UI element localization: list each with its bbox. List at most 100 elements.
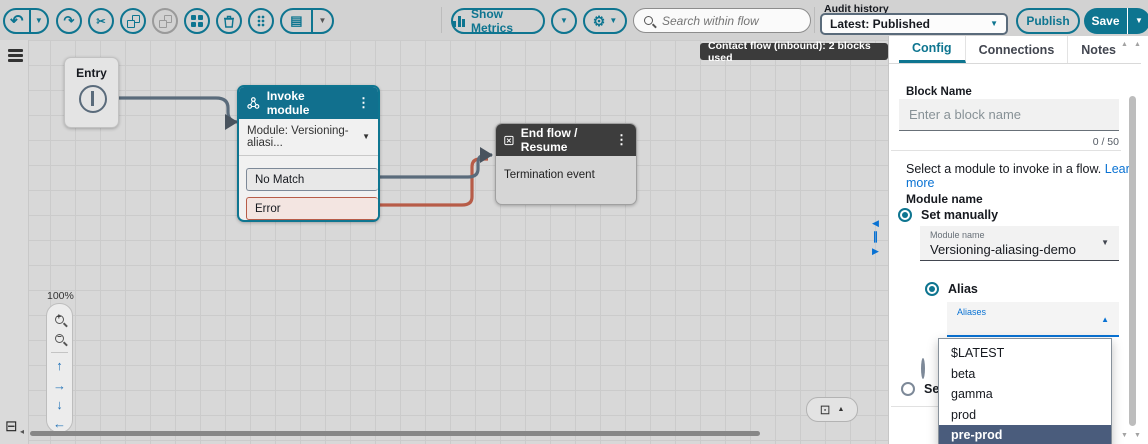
copy-button[interactable] xyxy=(120,8,146,34)
block-name-input[interactable] xyxy=(899,99,1119,131)
panel-scroll-up-icon[interactable]: ▲ xyxy=(1134,41,1141,48)
block-menu-icon[interactable]: ⋮ xyxy=(357,95,370,111)
end-flow-title: End flow / Resume xyxy=(521,126,601,154)
undo-split-button[interactable]: ↶ ▼ xyxy=(3,8,49,34)
flow-connectors xyxy=(0,40,888,444)
end-flow-block[interactable]: End flow / Resume ⋮ Termination event xyxy=(495,123,637,205)
delete-button[interactable] xyxy=(216,8,242,34)
aliases-label: Aliases xyxy=(957,307,1109,317)
search-icon xyxy=(644,16,653,25)
module-name-heading: Module name xyxy=(906,192,983,206)
radio-selected-icon[interactable] xyxy=(898,208,912,222)
output-error[interactable]: Error xyxy=(246,197,378,220)
output-no-match[interactable]: No Match xyxy=(246,168,378,191)
pan-left-button[interactable]: ← xyxy=(51,416,69,432)
module-description: Select a module to invoke in a flow. Lea… xyxy=(906,162,1148,190)
collapse-panel-icon[interactable]: ◀ xyxy=(872,218,879,229)
trash-icon xyxy=(223,15,235,28)
audit-history-select[interactable]: Latest: Published ▼ xyxy=(820,13,1008,35)
alias-option-beta[interactable]: beta xyxy=(939,364,1111,385)
set-manually-label: Set manually xyxy=(921,208,998,222)
pan-up-button[interactable]: ↑ xyxy=(51,358,69,374)
module-name-select[interactable]: Module name Versioning-aliasing-demo ▼ xyxy=(920,226,1119,261)
panel-scroll-down-icon[interactable]: ▼ xyxy=(1134,432,1141,439)
radio-unselected-icon[interactable] xyxy=(901,382,915,396)
collapse-icon: ▲ xyxy=(837,406,844,413)
panel-scroll-down-icon[interactable]: ▼ xyxy=(1121,432,1128,439)
termination-event-label: Termination event xyxy=(496,156,636,194)
annotations-caret-icon[interactable]: ▼ xyxy=(313,10,332,32)
settings-button[interactable]: ⚙ ▼ xyxy=(583,8,627,34)
undo-caret-icon[interactable]: ▼ xyxy=(31,10,47,32)
alias-option[interactable]: Alias xyxy=(925,282,978,296)
module-field-dropdown[interactable]: Module: Versioning-aliasi... ▼ xyxy=(239,119,378,156)
invoke-module-block[interactable]: Invoke module ⋮ Module: Versioning-alias… xyxy=(237,85,380,222)
flow-designer-app: ↶ ▼ ↷ ✂ ▤ ▼ Show Metrics ▼ ⚙ ▼ xyxy=(0,0,1148,444)
dock-panel-icon[interactable]: ⊟ xyxy=(5,419,18,434)
zoom-out-button[interactable] xyxy=(51,330,69,346)
save-button[interactable]: Save xyxy=(1084,8,1128,34)
invoke-module-header[interactable]: Invoke module ⋮ xyxy=(239,87,378,119)
end-flow-header[interactable]: End flow / Resume ⋮ xyxy=(496,124,636,156)
show-metrics-button[interactable]: Show Metrics xyxy=(451,8,545,34)
radio-unselected-icon[interactable] xyxy=(921,358,925,379)
notes-icon[interactable]: ▤ xyxy=(282,10,313,32)
end-flow-input-port[interactable] xyxy=(480,147,493,163)
search-input[interactable] xyxy=(660,13,794,29)
description-text: Select a module to invoke in a flow. xyxy=(906,162,1101,176)
expand-panel-icon[interactable]: ▶ xyxy=(872,246,879,257)
audit-history-value: Latest: Published xyxy=(830,17,930,31)
redo-button[interactable]: ↷ xyxy=(56,8,82,34)
entry-port-icon[interactable] xyxy=(79,85,107,113)
save-caret-icon[interactable]: ▼ xyxy=(1128,8,1148,34)
undo-icon[interactable]: ↶ xyxy=(5,10,31,32)
tab-notes[interactable]: Notes xyxy=(1068,36,1129,63)
alias-label: Alias xyxy=(948,282,978,296)
alias-option-pre-prod[interactable]: pre-prod xyxy=(939,425,1111,444)
metrics-options-button[interactable]: ▼ xyxy=(551,8,577,34)
pan-right-button[interactable]: → xyxy=(51,377,69,393)
entry-block[interactable]: Entry xyxy=(64,57,119,128)
block-name-label: Block Name xyxy=(906,86,972,98)
minimap-toggle[interactable]: ⊡ ▲ xyxy=(806,397,858,422)
redo-icon: ↷ xyxy=(64,13,75,29)
fit-screen-icon: ⊡ xyxy=(820,403,831,416)
menu-button[interactable] xyxy=(8,49,23,64)
flow-canvas[interactable]: Contact flow (inbound): 2 blocks used En… xyxy=(0,40,888,444)
entry-block-title: Entry xyxy=(65,66,118,80)
horizontal-scrollbar[interactable] xyxy=(30,431,760,436)
zoom-in-button[interactable] xyxy=(51,311,69,327)
end-flow-icon xyxy=(504,134,514,147)
panel-scrollbar[interactable] xyxy=(1129,96,1136,426)
publish-button[interactable]: Publish xyxy=(1016,8,1080,34)
block-menu-icon[interactable]: ⋮ xyxy=(615,132,628,148)
canvas-nav-pad: ↑ → ↓ ← xyxy=(46,303,73,433)
blocks-grid-button[interactable] xyxy=(184,8,210,34)
divider xyxy=(891,150,1121,151)
resize-grip-icon[interactable]: ∥ xyxy=(873,231,879,244)
module-field-caret-icon: ▼ xyxy=(362,133,370,141)
panel-scroll-up-icon[interactable]: ▲ xyxy=(1121,41,1128,48)
zoom-level: 100% xyxy=(47,290,74,302)
annotations-split-button[interactable]: ▤ ▼ xyxy=(280,8,334,34)
pan-down-button[interactable]: ↓ xyxy=(51,396,69,412)
aliases-combobox[interactable]: Aliases ▲ xyxy=(947,302,1119,337)
hscroll-left-icon[interactable]: ◂ xyxy=(20,427,24,436)
tab-connections[interactable]: Connections xyxy=(966,36,1069,63)
radio-selected-icon[interactable] xyxy=(925,282,939,296)
module-select-label: Module name xyxy=(930,230,1109,240)
module-select-value: Versioning-aliasing-demo xyxy=(930,242,1109,257)
invoke-input-port[interactable] xyxy=(225,114,238,130)
cut-button[interactable]: ✂ xyxy=(88,8,114,34)
arrange-button[interactable] xyxy=(248,8,274,34)
set-manually-option[interactable]: Set manually xyxy=(898,208,998,222)
tab-config[interactable]: Config xyxy=(899,36,966,63)
alias-option-prod[interactable]: prod xyxy=(939,405,1111,426)
copy-icon xyxy=(127,15,140,28)
alias-option-gamma[interactable]: gamma xyxy=(939,384,1111,405)
scissors-icon: ✂ xyxy=(96,15,105,28)
paste-button[interactable] xyxy=(152,8,178,34)
alias-option-latest[interactable]: $LATEST xyxy=(939,343,1111,364)
canvas-left-rail xyxy=(0,40,29,444)
panel-resize-controls: ◀ ∥ ▶ xyxy=(872,218,879,257)
